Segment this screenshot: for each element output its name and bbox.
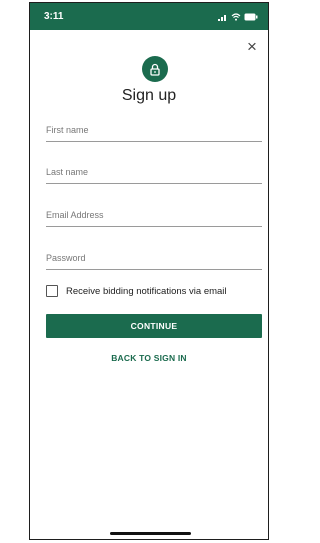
back-to-sign-in-link[interactable]: BACK TO SIGN IN (30, 353, 268, 363)
notifications-checkbox[interactable] (46, 285, 58, 297)
password-label: Password (46, 253, 86, 263)
first-name-label: First name (46, 125, 89, 135)
wifi-icon (231, 12, 241, 21)
phone-screen: 3:11 × Sign up First name Last name Emai… (29, 2, 269, 540)
home-indicator (110, 532, 191, 535)
last-name-label: Last name (46, 167, 89, 177)
continue-button[interactable]: CONTINUE (46, 314, 262, 338)
password-field[interactable]: Password (46, 251, 262, 270)
lock-badge (142, 56, 168, 82)
first-name-field[interactable]: First name (46, 123, 262, 142)
notifications-checkbox-row[interactable]: Receive bidding notifications via email (46, 285, 227, 297)
lock-icon (150, 63, 160, 76)
signal-icon (218, 14, 226, 21)
email-label: Email Address (46, 210, 104, 220)
battery-icon (244, 13, 258, 20)
status-icons (218, 12, 258, 21)
status-time: 3:11 (44, 11, 64, 22)
last-name-field[interactable]: Last name (46, 165, 262, 184)
page-title: Sign up (121, 87, 177, 104)
notifications-checkbox-label: Receive bidding notifications via email (66, 285, 227, 297)
status-bar: 3:11 (30, 3, 268, 30)
close-icon[interactable]: × (244, 38, 260, 55)
email-field[interactable]: Email Address (46, 208, 262, 227)
